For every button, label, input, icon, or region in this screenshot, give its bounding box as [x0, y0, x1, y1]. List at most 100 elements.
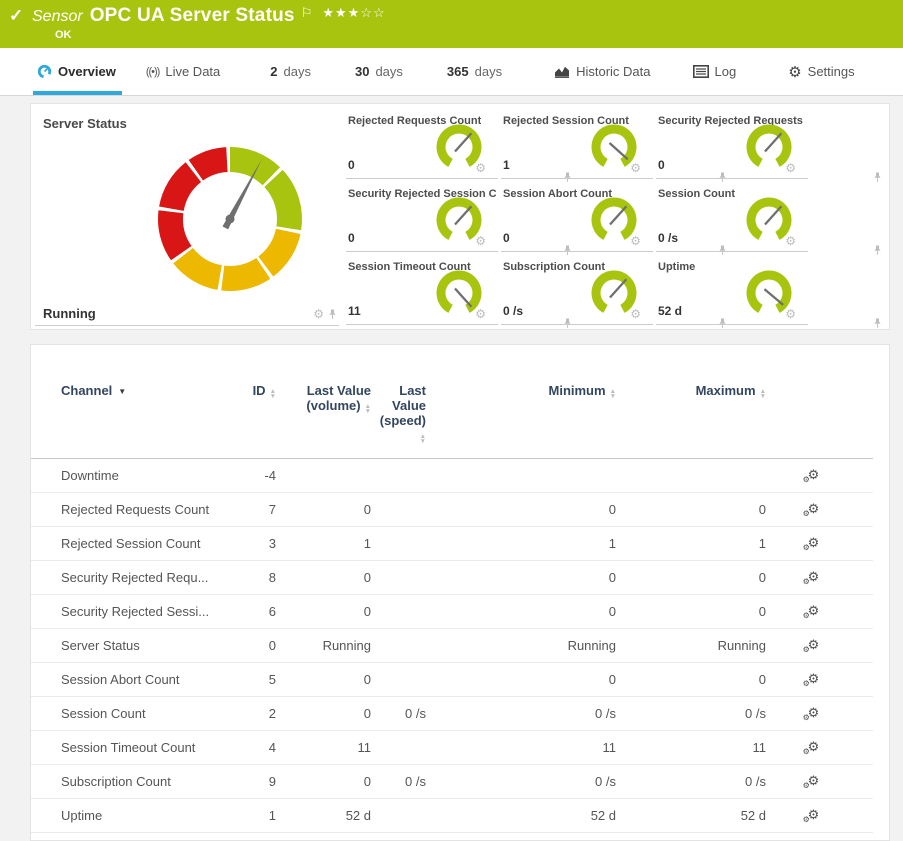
pin-icon[interactable] — [873, 171, 882, 183]
cell-maximum: 1 — [616, 527, 766, 561]
gear-icon[interactable]: ⚙ — [313, 308, 324, 320]
pin-icon[interactable] — [873, 317, 882, 329]
tab-30-days[interactable]: 30 days — [355, 48, 403, 95]
cell-last-value-volume: 0 — [276, 493, 371, 527]
channel-settings-icon[interactable]: ⚙⚙ — [808, 535, 820, 551]
gear-icon[interactable]: ⚙ — [475, 235, 486, 247]
gear-icon[interactable]: ⚙ — [785, 235, 796, 247]
page-title: OPC UA Server Status — [90, 5, 295, 26]
cell-actions: ⚙⚙ — [766, 697, 861, 731]
cell-maximum: 0 /s — [616, 765, 766, 799]
cell-id: 6 — [231, 595, 276, 629]
col-header-actions — [766, 345, 861, 459]
pin-icon[interactable] — [328, 308, 337, 320]
channel-settings-icon[interactable]: ⚙⚙ — [808, 773, 820, 789]
cell-maximum: 0 — [616, 663, 766, 697]
cell-maximum: 0 — [616, 595, 766, 629]
gauge-value: 0 — [503, 231, 510, 245]
cell-filler — [861, 765, 873, 799]
channel-settings-icon[interactable]: ⚙⚙ — [808, 569, 820, 585]
gear-icon[interactable]: ⚙ — [475, 308, 486, 320]
server-status-gauge — [145, 134, 315, 304]
cell-minimum: 1 — [426, 527, 616, 561]
channel-settings-icon[interactable]: ⚙⚙ — [808, 671, 820, 687]
cell-id: -4 — [231, 459, 276, 493]
channel-settings-icon[interactable]: ⚙⚙ — [808, 637, 820, 653]
gear-icon[interactable]: ⚙ — [785, 162, 796, 174]
channel-settings-icon[interactable]: ⚙⚙ — [808, 501, 820, 517]
cell-channel: Server Status — [31, 629, 231, 663]
cell-id: 8 — [231, 561, 276, 595]
cell-last-value-volume: 52 d — [276, 799, 371, 833]
gauge-value: 0 — [658, 158, 665, 172]
col-header-maximum[interactable]: Maximum — [616, 345, 766, 459]
status-badge: OK — [55, 29, 72, 41]
priority-stars[interactable]: ★★★☆☆ — [322, 5, 385, 20]
cell-channel: Subscription Count — [31, 765, 231, 799]
col-header-minimum[interactable]: Minimum — [426, 345, 616, 459]
cell-channel: Downtime — [31, 459, 231, 493]
tab-overview[interactable]: Overview — [37, 48, 116, 95]
cell-filler — [861, 629, 873, 663]
gauge-needle — [764, 289, 783, 305]
tab-live-data[interactable]: ((•)) Live Data — [146, 48, 220, 95]
pin-icon[interactable] — [873, 244, 882, 256]
table-row: Rejected Session Count3111⚙⚙ — [31, 527, 873, 561]
gauge-needle — [455, 289, 471, 307]
cell-actions: ⚙⚙ — [766, 493, 861, 527]
tab-number: 2 — [270, 64, 277, 79]
table-row: Subscription Count900 /s0 /s0 /s⚙⚙ — [31, 765, 873, 799]
cell-maximum: 11 — [616, 731, 766, 765]
gear-icon[interactable]: ⚙ — [630, 308, 641, 320]
cell-last-value-volume — [276, 459, 371, 493]
col-header-last-value-speed[interactable]: Last Value (speed) — [371, 345, 426, 459]
cell-actions: ⚙⚙ — [766, 629, 861, 663]
cell-actions: ⚙⚙ — [766, 527, 861, 561]
col-header-channel[interactable]: Channel — [31, 345, 231, 459]
table-row: Uptime152 d52 d52 d⚙⚙ — [31, 799, 873, 833]
gear-icon[interactable]: ⚙ — [475, 162, 486, 174]
cell-last-value-volume: 11 — [276, 731, 371, 765]
channel-settings-icon[interactable]: ⚙⚙ — [808, 807, 820, 823]
cell-id: 0 — [231, 629, 276, 663]
channel-gauges-grid: Rejected Requests Count0⚙Rejected Sessio… — [346, 112, 808, 325]
table-row: Rejected Requests Count7000⚙⚙ — [31, 493, 873, 527]
log-icon — [693, 65, 709, 78]
cell-last-value-speed — [371, 459, 426, 493]
channel-gauge-cell: Subscription Count0 /s⚙ — [501, 258, 653, 325]
col-header-last-value-volume[interactable]: Last Value (volume) — [276, 345, 371, 459]
gear-icon[interactable]: ⚙ — [630, 162, 641, 174]
tab-historic-data[interactable]: Historic Data — [554, 48, 650, 95]
sort-icon — [610, 390, 616, 399]
cell-last-value-speed: 0 /s — [371, 765, 426, 799]
cell-maximum: 0 — [616, 493, 766, 527]
cell-maximum — [616, 459, 766, 493]
tab-settings[interactable]: ⚙ Settings — [788, 48, 854, 95]
cell-minimum: 0 — [426, 493, 616, 527]
cell-channel: Security Rejected Sessi... — [31, 595, 231, 629]
tab-2-days[interactable]: 2 days — [270, 48, 311, 95]
tab-365-days[interactable]: 365 days — [447, 48, 502, 95]
gauge-icon — [37, 64, 52, 79]
cell-last-value-volume: 0 — [276, 561, 371, 595]
cell-filler — [861, 459, 873, 493]
col-header-id[interactable]: ID — [231, 345, 276, 459]
gauge-needle — [455, 206, 471, 224]
table-row: Session Abort Count5000⚙⚙ — [31, 663, 873, 697]
cell-minimum: 0 — [426, 663, 616, 697]
cell-actions: ⚙⚙ — [766, 799, 861, 833]
channel-settings-icon[interactable]: ⚙⚙ — [808, 467, 820, 483]
channel-settings-icon[interactable]: ⚙⚙ — [808, 603, 820, 619]
gear-icon[interactable]: ⚙ — [785, 308, 796, 320]
channel-settings-icon[interactable]: ⚙⚙ — [808, 739, 820, 755]
channel-gauge-cell: Rejected Requests Count0⚙ — [346, 112, 498, 179]
table-header-row: Channel ID Last Value (volume) Last Valu… — [31, 345, 873, 459]
cell-last-value-speed — [371, 527, 426, 561]
channels-table-panel: Channel ID Last Value (volume) Last Valu… — [30, 344, 890, 841]
channel-settings-icon[interactable]: ⚙⚙ — [808, 705, 820, 721]
cell-channel: Session Timeout Count — [31, 731, 231, 765]
cell-filler — [861, 493, 873, 527]
tab-log[interactable]: Log — [693, 48, 737, 95]
gear-icon[interactable]: ⚙ — [630, 235, 641, 247]
table-row: Security Rejected Requ...8000⚙⚙ — [31, 561, 873, 595]
